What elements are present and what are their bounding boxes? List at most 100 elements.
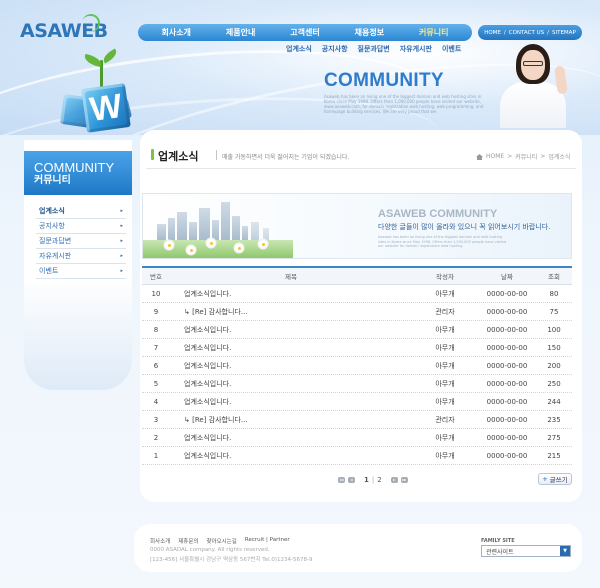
column-header-title: 제목 (285, 273, 297, 281)
sidebar-item-news[interactable]: 업계소식 ▸ (36, 204, 126, 219)
last-page-button[interactable]: ▸▸ (400, 477, 408, 483)
row-title-link[interactable]: 업계소식입니다. (170, 343, 412, 353)
table-row: 1 업계소식입니다. 아무개 0000-00-00 215 (142, 447, 572, 465)
banner-subtitle: 다양한 글들이 많이 올라와 있으니 꼭 읽어보시기 바랍니다. (378, 223, 551, 231)
breadcrumb-current: 업계소식 (548, 154, 571, 161)
row-author: 아무개 (435, 433, 455, 442)
row-number: 8 (153, 325, 159, 334)
top-menu-item-products[interactable]: 제품안내 (226, 27, 255, 38)
top-menu-item-recruit[interactable]: 채용정보 (355, 27, 384, 38)
footer-link-directions[interactable]: 찾아오시는길 (207, 537, 237, 545)
chevron-down-icon: ▼ (560, 546, 570, 556)
prev-page-button[interactable]: ◂ (348, 477, 355, 483)
building-decor (189, 222, 197, 240)
building-decor (177, 212, 187, 240)
row-title-link[interactable]: ↳ [Re] 감사합니다... (170, 415, 412, 425)
flower-icon (207, 239, 215, 247)
copyright: 0000 ASADAL company. All rights reserved… (150, 547, 270, 553)
row-date: 0000-00-00 (486, 325, 528, 334)
breadcrumb: HOME > 커뮤니티 > 업계소식 (476, 152, 570, 161)
contact-us-link[interactable]: CONTACT US (509, 30, 544, 36)
row-number: 2 (153, 433, 159, 442)
banner-title: ASAWEB COMMUNITY (378, 208, 498, 220)
row-number: 4 (153, 397, 159, 406)
row-number: 5 (153, 379, 159, 388)
util-separator: / (503, 29, 506, 36)
table-header: 번호 제목 작성자 날짜 조회 (142, 266, 572, 285)
write-button[interactable]: + 글쓰기 (538, 473, 572, 485)
row-number: 3 (153, 415, 159, 424)
row-views: 250 (547, 379, 561, 388)
divider (216, 150, 217, 160)
row-date: 0000-00-00 (486, 289, 528, 298)
row-title-link[interactable]: 업계소식입니다. (170, 379, 412, 389)
sidebar-item-free-board[interactable]: 자유게시판 ▸ (36, 249, 126, 264)
row-number: 1 (153, 451, 159, 460)
table-row: 3 ↳ [Re] 감사합니다... 관리자 0000-00-00 235 (142, 411, 572, 429)
row-title-link[interactable]: 업계소식입니다. (170, 361, 412, 371)
footer-link-recruit[interactable]: Recruit | Partner (245, 537, 290, 545)
page-link-2[interactable]: 2 (377, 476, 381, 484)
column-header-author: 작성자 (436, 273, 454, 281)
row-views: 80 (549, 289, 559, 298)
breadcrumb-separator: > (540, 153, 546, 160)
chevron-right-icon: ▸ (120, 268, 123, 274)
sidebar-menu: 업계소식 ▸ 공지사항 ▸ 질문과답변 ▸ 자유게시판 ▸ 이벤트 ▸ (36, 204, 126, 279)
w-cube-icon: W (81, 83, 131, 133)
sub-menu-item-news[interactable]: 업계소식 (286, 44, 312, 54)
row-views: 100 (547, 325, 561, 334)
chevron-right-icon: ▸ (120, 208, 123, 214)
sidebar-item-notice[interactable]: 공지사항 ▸ (36, 219, 126, 234)
page-link-1[interactable]: 1 (364, 476, 369, 484)
row-author: 아무개 (435, 325, 455, 334)
sub-menu-item-free-board[interactable]: 자유게시판 (400, 44, 432, 54)
hero-title: COMMUNITY (324, 70, 444, 91)
table-row: 8 업계소식입니다. 아무개 0000-00-00 100 (142, 321, 572, 339)
plus-icon: + (542, 475, 548, 483)
row-title-link[interactable]: 업계소식입니다. (170, 325, 412, 335)
sub-menu-item-qna[interactable]: 질문과답변 (358, 44, 390, 54)
row-title-link[interactable]: 업계소식입니다. (170, 397, 412, 407)
row-views: 75 (549, 307, 559, 316)
row-date: 0000-00-00 (486, 361, 528, 370)
row-title-link[interactable]: 업계소식입니다. (170, 289, 412, 299)
table-body: 10 업계소식입니다. 아무개 0000-00-00 80 9 ↳ [Re] 감사합니다..… (142, 285, 572, 465)
footer-link-partnership[interactable]: 제휴문의 (178, 537, 198, 545)
sitemap-link[interactable]: SITEMAP (552, 30, 576, 36)
sidebar-title-en: COMMUNITY (34, 160, 115, 175)
row-date: 0000-00-00 (486, 379, 528, 388)
building-decor (263, 228, 269, 240)
page-title: 업계소식 (158, 150, 199, 163)
breadcrumb-home[interactable]: HOME (486, 153, 504, 160)
top-menu-item-support[interactable]: 고객센터 (290, 27, 319, 38)
next-page-button[interactable]: ▸ (390, 477, 398, 483)
top-menu-item-company[interactable]: 회사소개 (161, 27, 190, 38)
row-title-link[interactable]: 업계소식입니다. (170, 433, 412, 443)
row-views: 150 (547, 343, 561, 352)
sub-menu-item-event[interactable]: 이벤트 (442, 44, 461, 54)
flower-icon (235, 244, 243, 252)
family-site-value: 관련사이트 (486, 548, 514, 556)
chevron-right-icon: ▸ (120, 223, 123, 229)
top-menu-item-community[interactable]: 커뮤니티 (419, 27, 448, 38)
footer-link-company[interactable]: 회사소개 (150, 537, 170, 545)
breadcrumb-community[interactable]: 커뮤니티 (515, 152, 537, 161)
row-title-link[interactable]: 업계소식입니다. (170, 451, 412, 461)
table-row: 7 업계소식입니다. 아무개 0000-00-00 150 (142, 339, 572, 357)
sub-menu-item-notice[interactable]: 공지사항 (322, 44, 348, 54)
first-page-button[interactable]: ◂◂ (338, 477, 345, 483)
chevron-right-icon: ▸ (120, 253, 123, 259)
board-table: 번호 제목 작성자 날짜 조회 10 업계소식입니다. 아무개 0000-00-00 8… (142, 266, 572, 465)
row-views: 235 (547, 415, 561, 424)
banner-fine-print: Asaweb has been an living one of the big… (378, 235, 507, 248)
family-site-select[interactable]: 관련사이트 ▼ (481, 545, 571, 557)
sidebar-item-event[interactable]: 이벤트 ▸ (36, 264, 126, 279)
row-title-link[interactable]: ↳ [Re] 감사합니다... (170, 307, 412, 317)
sidebar-item-qna[interactable]: 질문과답변 ▸ (36, 234, 126, 249)
row-views: 200 (547, 361, 561, 370)
flower-icon (259, 240, 267, 248)
sidebar-item-label: 자유게시판 (39, 252, 72, 260)
row-date: 0000-00-00 (486, 307, 528, 316)
sidebar-title-ko: 커뮤니티 (34, 175, 71, 186)
home-link[interactable]: HOME (484, 30, 501, 36)
